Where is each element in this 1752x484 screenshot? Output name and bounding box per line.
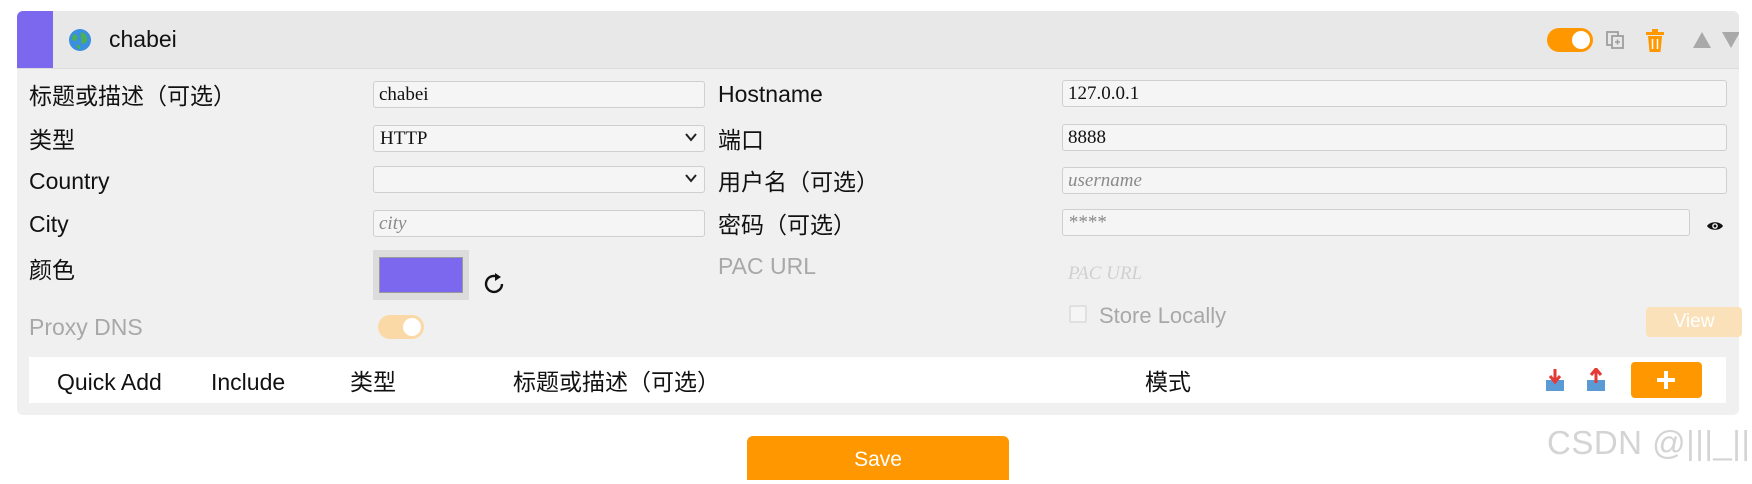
port-input[interactable] <box>1062 124 1727 151</box>
proxy-dns-label: Proxy DNS <box>29 314 143 340</box>
proxy-title[interactable]: chabei <box>109 25 177 53</box>
quick-add-header[interactable]: Quick Add <box>57 368 162 396</box>
city-input[interactable] <box>373 210 705 237</box>
move-down-icon[interactable] <box>1721 31 1739 49</box>
city-label: City <box>29 211 69 237</box>
country-select[interactable] <box>373 166 705 193</box>
color-swatch <box>379 257 463 293</box>
pattern-header: 模式 <box>1145 369 1191 395</box>
proxy-enable-toggle[interactable] <box>1547 28 1593 52</box>
color-label: 颜色 <box>29 257 75 283</box>
plus-icon <box>1657 371 1675 389</box>
type-label: 类型 <box>29 127 75 153</box>
country-label: Country <box>29 168 110 194</box>
move-up-icon[interactable] <box>1692 31 1712 49</box>
type-select[interactable]: HTTP <box>373 125 705 152</box>
rule-type-header: 类型 <box>350 369 396 395</box>
view-button[interactable]: View <box>1646 307 1742 337</box>
globe-icon <box>69 29 91 51</box>
duplicate-icon[interactable] <box>1605 30 1625 50</box>
eye-icon[interactable] <box>1706 219 1724 233</box>
rule-title-header: 标题或描述（可选） <box>513 369 720 395</box>
username-input[interactable] <box>1062 167 1727 194</box>
password-input[interactable] <box>1062 209 1690 236</box>
store-locally-checkbox[interactable] <box>1069 305 1087 323</box>
trash-icon[interactable] <box>1645 29 1665 53</box>
include-header: Include <box>211 369 286 395</box>
hostname-input[interactable] <box>1062 80 1727 107</box>
username-label: 用户名（可选） <box>718 169 879 195</box>
port-label: 端口 <box>718 127 764 153</box>
title-desc-label: 标题或描述（可选） <box>29 83 236 109</box>
add-rule-button[interactable] <box>1631 362 1702 398</box>
hostname-label: Hostname <box>718 81 823 107</box>
type-select-value: HTTP <box>380 128 428 149</box>
watermark: CSDN @|||_||| <box>1547 424 1752 461</box>
save-button[interactable]: Save <box>747 436 1009 480</box>
proxy-dns-toggle[interactable] <box>378 315 424 339</box>
title-input[interactable] <box>373 81 705 108</box>
export-icon[interactable] <box>1585 368 1607 392</box>
rules-header-bar: Quick Add Include 类型 标题或描述（可选） 模式 <box>29 357 1726 403</box>
proxy-color-strip <box>17 11 53 68</box>
password-label: 密码（可选） <box>718 212 856 238</box>
pac-url-label: PAC URL <box>718 253 816 279</box>
color-picker[interactable] <box>373 250 469 300</box>
chevron-down-icon <box>685 133 697 142</box>
refresh-icon[interactable] <box>481 271 507 297</box>
chevron-down-icon <box>685 174 697 183</box>
import-icon[interactable] <box>1544 368 1566 392</box>
proxy-header[interactable]: chabei <box>17 11 1739 69</box>
pac-url-input[interactable] <box>1062 260 1727 287</box>
store-locally-label: Store Locally <box>1099 303 1227 328</box>
